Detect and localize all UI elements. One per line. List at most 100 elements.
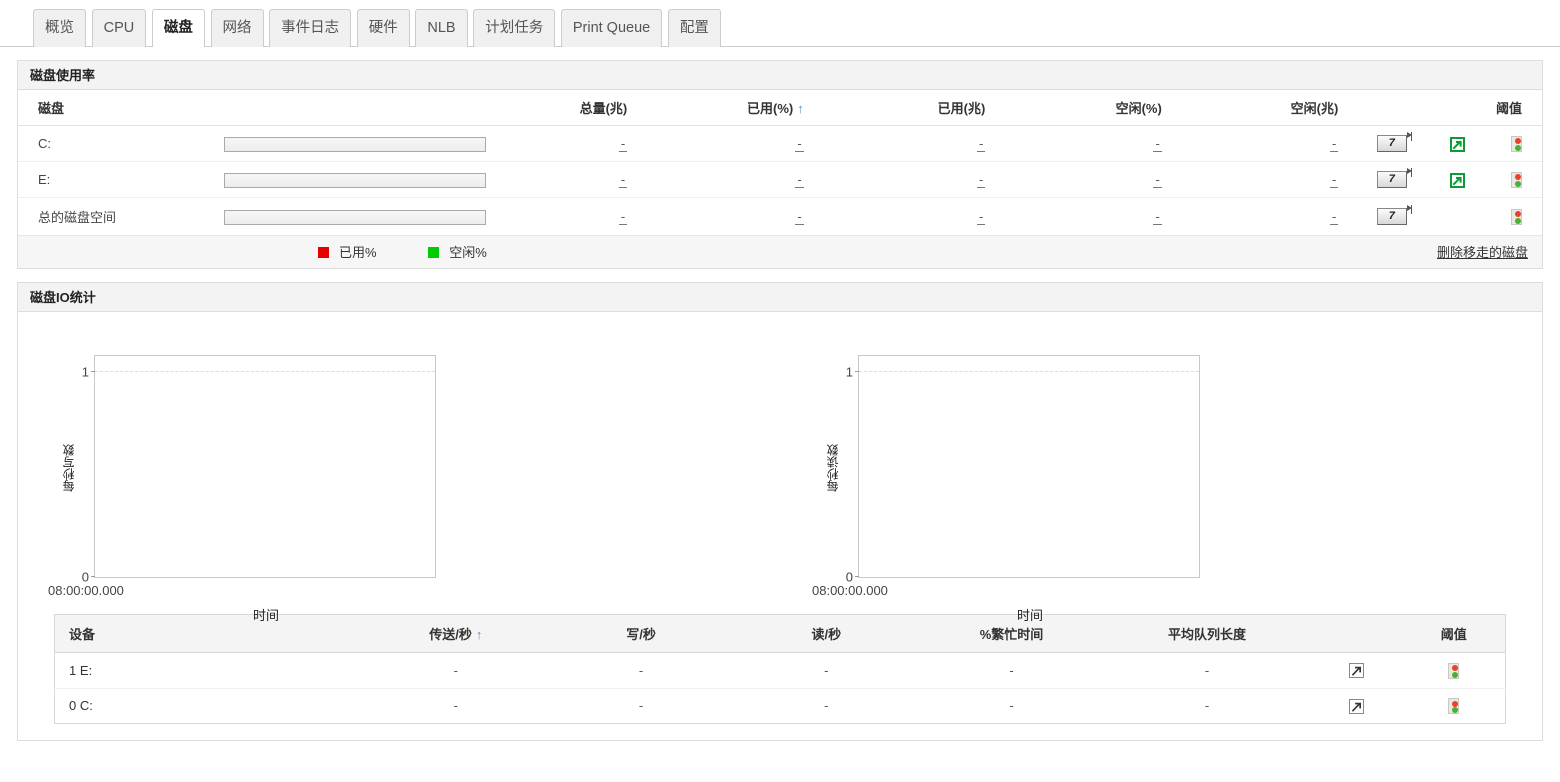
writes-value: - bbox=[548, 652, 734, 689]
col-transfers-label: 传送/秒 bbox=[429, 627, 472, 643]
free-pct-value: - bbox=[991, 161, 1168, 199]
export-arrow-icon[interactable] bbox=[1450, 136, 1466, 152]
threshold-cell bbox=[1471, 198, 1542, 236]
legend-item-used: 已用% bbox=[318, 236, 377, 269]
traffic-light-icon[interactable] bbox=[1511, 171, 1522, 188]
tab-cpu[interactable]: CPU bbox=[91, 9, 147, 47]
export-arrow-icon[interactable] bbox=[1450, 172, 1466, 188]
disk-read-xtick-start: 08:00:00.000 bbox=[812, 583, 888, 599]
flag-icon bbox=[1406, 205, 1412, 212]
report-button-cell: 7 bbox=[1344, 198, 1413, 236]
col-used-mb[interactable]: 已用(兆) bbox=[809, 90, 992, 126]
disk-usage-legend: 已用% 空闲% bbox=[318, 236, 535, 269]
disk-read-plot-area: 1 0 bbox=[846, 355, 1200, 585]
used-mb-value: - bbox=[809, 161, 992, 199]
col-disk[interactable]: 磁盘 bbox=[18, 90, 190, 126]
traffic-light-icon[interactable] bbox=[1448, 698, 1460, 715]
report-7-button[interactable]: 7 bbox=[1376, 168, 1412, 189]
col-threshold[interactable]: 阈值 bbox=[1471, 90, 1542, 126]
tab-configuration[interactable]: 配置 bbox=[667, 9, 721, 47]
disk-read-y-axis-label: 每秒读数 bbox=[826, 444, 840, 493]
tab-disk[interactable]: 磁盘 bbox=[151, 9, 205, 48]
report-7-label: 7 bbox=[1388, 137, 1395, 150]
col-export-spacer bbox=[1412, 90, 1472, 126]
tab-network[interactable]: 网络 bbox=[210, 9, 264, 47]
legend-label-used: 已用% bbox=[339, 245, 377, 261]
tab-print-queue[interactable]: Print Queue bbox=[560, 9, 663, 47]
queue-value: - bbox=[1104, 652, 1310, 689]
io-threshold-cell bbox=[1403, 688, 1506, 724]
free-mb-value: - bbox=[1167, 125, 1345, 163]
disk-io-table-wrap: 设备 传送/秒↑ 写/秒 读/秒 %繁忙时间 平均队列长度 阈值 1 E: - bbox=[18, 614, 1542, 740]
disk-io-charts: 1 0 每秒写数 08:00:00.000 时间 1 0 每秒读数 08:00:… bbox=[18, 312, 1542, 623]
col-total-mb[interactable]: 总量(兆) bbox=[492, 90, 634, 126]
disk-io-body: 1 0 每秒写数 08:00:00.000 时间 1 0 每秒读数 08:00:… bbox=[18, 312, 1542, 740]
remove-detached-disks-link[interactable]: 删除移走的磁盘 bbox=[1437, 236, 1528, 269]
col-io-threshold[interactable]: 阈值 bbox=[1402, 614, 1506, 654]
used-pct-value: - bbox=[795, 209, 804, 226]
ytick-mark-0 bbox=[855, 576, 859, 578]
export-button-cell-empty bbox=[1413, 198, 1471, 236]
total-mb-value: - bbox=[492, 125, 634, 163]
report-button-cell: 7 bbox=[1344, 125, 1413, 163]
disk-io-panel: 磁盘IO统计 1 0 每秒写数 08:00:00.000 时间 1 0 每秒读数… bbox=[17, 282, 1543, 742]
report-7-button[interactable]: 7 bbox=[1376, 132, 1412, 153]
export-arrow-icon[interactable] bbox=[1348, 699, 1364, 714]
main-tab-bar: 概览 CPU 磁盘 网络 事件日志 硬件 NLB 计划任务 Print Queu… bbox=[0, 0, 1560, 48]
threshold-cell bbox=[1471, 125, 1542, 163]
traffic-light-red bbox=[1451, 700, 1458, 707]
disk-usage-legend-row: 已用% 空闲% 删除移走的磁盘 bbox=[18, 235, 1542, 269]
col-free-mb[interactable]: 空闲(兆) bbox=[1167, 90, 1345, 126]
traffic-light-red bbox=[1514, 211, 1521, 218]
traffic-light-icon[interactable] bbox=[1511, 208, 1522, 225]
export-button-cell bbox=[1412, 125, 1472, 163]
ytick-mark-1 bbox=[91, 371, 95, 373]
report-7-button[interactable]: 7 bbox=[1376, 205, 1412, 226]
queue-value: - bbox=[1204, 698, 1210, 714]
disk-write-chart: 1 0 每秒写数 08:00:00.000 时间 bbox=[24, 324, 744, 623]
transfers-value: - bbox=[453, 698, 458, 714]
traffic-light-green bbox=[1514, 180, 1521, 187]
usage-progress-bar bbox=[224, 172, 487, 188]
disk-name: E: bbox=[18, 161, 190, 199]
traffic-light-icon[interactable] bbox=[1448, 662, 1460, 679]
col-free-pct[interactable]: 空闲(%) bbox=[991, 90, 1168, 126]
traffic-light-red bbox=[1514, 138, 1521, 145]
traffic-light-red bbox=[1451, 665, 1458, 672]
report-button-cell: 7 bbox=[1344, 161, 1413, 199]
device-name: 1 E: bbox=[54, 652, 364, 689]
disk-write-plot-area: 1 0 bbox=[82, 355, 436, 585]
col-used-pct[interactable]: 已用(%) ↑ bbox=[633, 90, 810, 126]
disk-usage-title: 磁盘使用率 bbox=[18, 61, 1542, 90]
reads-value: - bbox=[733, 652, 919, 689]
tab-overview[interactable]: 概览 bbox=[33, 9, 86, 47]
legend-swatch-used bbox=[318, 247, 329, 259]
ytick-label-1: 1 bbox=[845, 364, 853, 380]
tab-hardware[interactable]: 硬件 bbox=[356, 9, 410, 47]
export-arrow-icon[interactable] bbox=[1348, 663, 1364, 679]
traffic-light-icon[interactable] bbox=[1511, 135, 1522, 152]
used-pct-value: - bbox=[633, 125, 810, 163]
tab-nlb[interactable]: NLB bbox=[415, 9, 468, 47]
used-mb-value: - bbox=[809, 125, 992, 163]
disk-io-title: 磁盘IO统计 bbox=[18, 283, 1542, 313]
col-io-export-spacer bbox=[1309, 614, 1403, 654]
disk-read-x-axis-label: 时间 bbox=[1016, 608, 1043, 624]
device-name: 0 C: bbox=[69, 698, 93, 714]
used-mb-value: - bbox=[976, 209, 986, 226]
ytick-mark-0 bbox=[91, 576, 95, 578]
disk-name: 总的磁盘空间 bbox=[38, 210, 117, 226]
gridline-y1: 1 bbox=[82, 365, 435, 380]
total-mb-value: - bbox=[618, 209, 628, 226]
tab-scheduled-tasks[interactable]: 计划任务 bbox=[473, 9, 556, 47]
busy-value: - bbox=[918, 652, 1105, 689]
tab-event-log[interactable]: 事件日志 bbox=[269, 9, 352, 47]
flag-icon bbox=[1406, 132, 1412, 139]
disk-usage-table: 磁盘 总量(兆) 已用(%)↑ 已用(兆) 空闲(%) 空闲(兆) 阈值 C: bbox=[18, 90, 1542, 235]
sort-ascending-icon: ↑ bbox=[475, 627, 483, 643]
legend-item-free: 空闲% bbox=[428, 236, 487, 269]
col-bar-spacer bbox=[189, 90, 493, 126]
col-writes-per-sec[interactable]: 写/秒 bbox=[548, 614, 734, 654]
disk-write-y-axis-label: 每秒写数 bbox=[62, 444, 76, 493]
free-mb-value: - bbox=[1167, 161, 1345, 199]
